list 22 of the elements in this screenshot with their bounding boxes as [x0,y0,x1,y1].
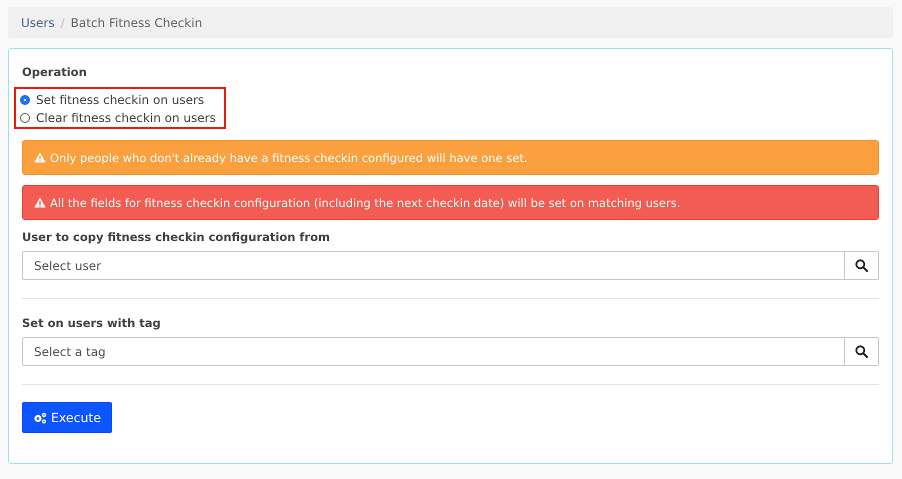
radio-label: Clear fitness checkin on users [36,111,216,125]
alert-text: Only people who don't already have a fitness checkin configured will have one set. [50,150,528,164]
operation-label: Operation [22,65,88,79]
search-button[interactable] [844,337,879,366]
execute-button[interactable]: Execute [22,402,112,433]
search-field[interactable]: Select a tag [22,337,844,366]
field-label: User to copy fitness checkin configuration from [22,230,331,244]
search-icon [855,345,868,358]
alert-text: All the fields for fitness checkin configuration (including the next checkin date) will be set on matching users. [50,196,680,210]
search-button[interactable] [844,251,879,280]
breadcrumb-separator: / [60,16,65,30]
search-icon [855,259,868,272]
warning-icon [34,152,46,163]
warning-icon [34,197,46,208]
breadcrumb-link[interactable]: Users [21,16,55,30]
breadcrumb-current: Batch Fitness Checkin [70,16,202,30]
search-field[interactable]: Select user [22,251,844,280]
radio-label: Set fitness checkin on users [36,93,204,107]
gears-icon [33,412,47,424]
radio-button[interactable] [20,95,30,105]
radio-button[interactable] [20,113,30,123]
field-label: Set on users with tag [22,316,162,330]
